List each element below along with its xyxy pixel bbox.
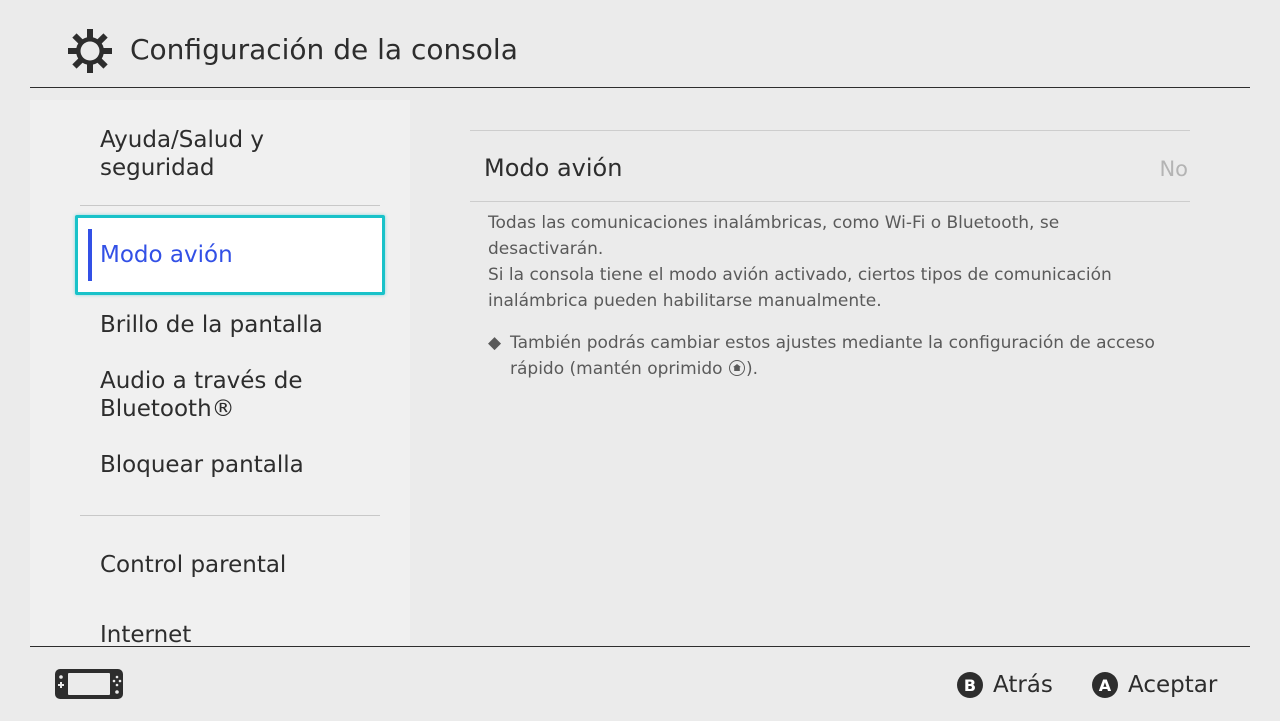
- setting-name: Modo avión: [484, 154, 623, 182]
- sidebar-item-label: Ayuda/Salud y: [100, 127, 264, 153]
- sidebar-item-label: Control parental: [100, 552, 287, 578]
- sidebar: Ayuda/Salud y seguridad Modo avión Brill…: [30, 100, 410, 646]
- sidebar-item-airplane-mode[interactable]: Modo avión: [75, 215, 385, 295]
- page-title: Configuración de la consola: [130, 33, 518, 66]
- footer: B Atrás A Aceptar: [30, 646, 1250, 721]
- gear-icon: [68, 29, 112, 73]
- diamond-bullet-icon: ◆: [488, 333, 502, 353]
- setting-value: No: [1159, 157, 1188, 181]
- sidebar-item-label: Internet: [100, 622, 192, 646]
- a-button-icon: A: [1092, 672, 1118, 698]
- note-text: También podrás cambiar estos ajustes med…: [510, 330, 1178, 382]
- header: Configuración de la consola: [30, 0, 1250, 88]
- home-button-icon: [729, 360, 745, 376]
- b-button-icon: B: [957, 672, 983, 698]
- sidebar-item-help-safety[interactable]: Ayuda/Salud y seguridad: [100, 126, 390, 182]
- sidebar-divider: [80, 205, 380, 206]
- sidebar-item-label: Audio a través de: [100, 368, 303, 394]
- sidebar-item-screen-brightness[interactable]: Brillo de la pantalla: [100, 311, 390, 339]
- airplane-mode-setting[interactable]: Modo avión No: [470, 130, 1190, 202]
- accept-button[interactable]: A Aceptar: [1092, 669, 1217, 701]
- setting-description: Todas las comunicaciones inalámbricas, c…: [488, 210, 1178, 314]
- back-button[interactable]: B Atrás: [957, 669, 1053, 701]
- setting-note: ◆ También podrás cambiar estos ajustes m…: [488, 330, 1178, 382]
- sidebar-divider: [80, 515, 380, 516]
- sidebar-item-label: Bloquear pantalla: [100, 452, 304, 478]
- sidebar-item-label: Modo avión: [100, 242, 233, 268]
- handheld-console-icon: [55, 669, 123, 699]
- note-text-part: También podrás cambiar estos ajustes med…: [510, 333, 1155, 379]
- sidebar-item-label: seguridad: [100, 155, 215, 181]
- sidebar-item-label: Bluetooth®: [100, 396, 235, 422]
- sidebar-item-label: Brillo de la pantalla: [100, 312, 323, 338]
- accept-label: Aceptar: [1128, 672, 1218, 698]
- sidebar-item-internet[interactable]: Internet: [100, 621, 390, 646]
- sidebar-item-screen-lock[interactable]: Bloquear pantalla: [100, 451, 390, 479]
- description-text: Si la consola tiene el modo avión activa…: [488, 265, 1112, 311]
- description-text: Todas las comunicaciones inalámbricas, c…: [488, 213, 1060, 259]
- back-label: Atrás: [993, 672, 1053, 698]
- sidebar-item-parental-controls[interactable]: Control parental: [100, 551, 390, 579]
- selection-indicator: [88, 229, 92, 281]
- note-text-part: ).: [746, 359, 759, 379]
- sidebar-item-bluetooth-audio[interactable]: Audio a través de Bluetooth®: [100, 367, 390, 423]
